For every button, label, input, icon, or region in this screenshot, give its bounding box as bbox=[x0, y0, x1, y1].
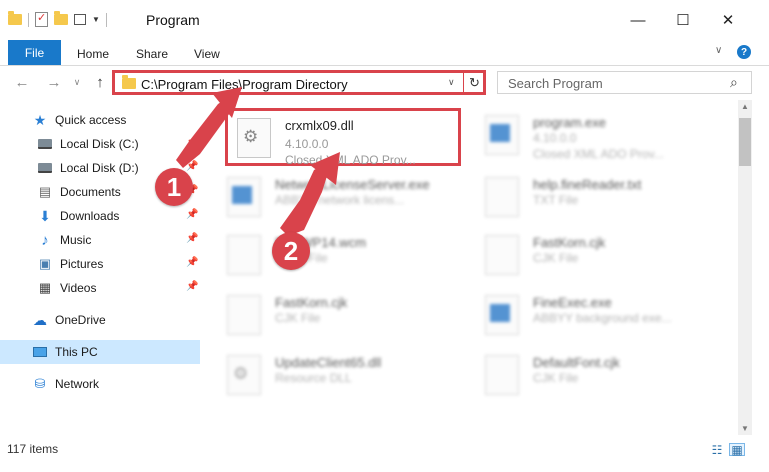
annotation-arrows bbox=[176, 87, 340, 236]
step-1-badge: 1 bbox=[155, 168, 193, 206]
step-2-badge: 2 bbox=[272, 232, 310, 270]
